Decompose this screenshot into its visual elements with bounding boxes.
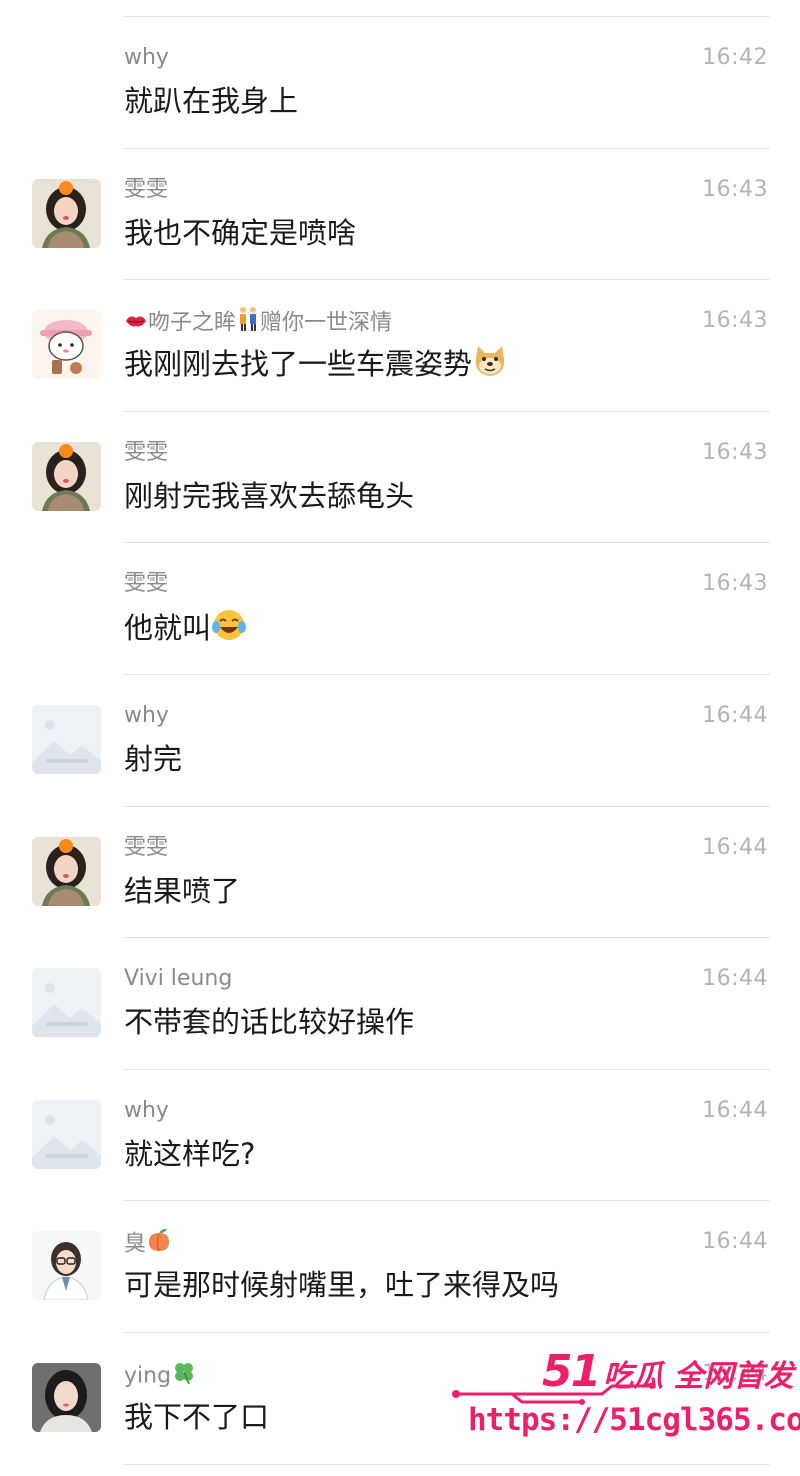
message-text: 可是那时候射嘴里，吐了来得及吗 <box>124 1268 560 1303</box>
message-time: 16:43 <box>702 439 768 465</box>
doge-icon <box>472 344 508 388</box>
chat-history-page: why 16:42 就趴在我身上 雯雯 16:43 我也不确定是喷啥 吻子之眸 … <box>0 0 800 1476</box>
avatar[interactable] <box>32 1231 101 1301</box>
divider <box>124 1463 770 1465</box>
avatar[interactable] <box>32 178 101 248</box>
avatar[interactable] <box>32 1099 101 1169</box>
site-watermark: 51 吃瓜 全网首发 https://51cgl365.com <box>452 1340 800 1450</box>
message-text: 我下不了口 <box>124 1399 270 1434</box>
message-item[interactable]: 雯雯 16:43 他就叫 <box>0 543 800 675</box>
sender-name: 雯雯 <box>124 176 169 202</box>
avatar[interactable] <box>32 836 101 906</box>
message-text: 结果喷了 <box>124 873 241 908</box>
message-time: 16:44 <box>702 1229 768 1255</box>
message-time: 16:44 <box>702 1097 768 1123</box>
message-item[interactable]: why 16:44 就这样吃? <box>0 1070 800 1202</box>
kiss-lips-icon <box>124 309 148 339</box>
message-text: 就趴在我身上 <box>124 84 299 118</box>
message-item[interactable]: Vivi leung 16:44 不带套的话比较好操作 <box>0 938 800 1070</box>
message-time: 16:43 <box>702 176 768 202</box>
avatar[interactable] <box>32 310 101 380</box>
message-text: 射完 <box>124 741 183 776</box>
avatar[interactable] <box>32 704 101 774</box>
message-time: 16:42 <box>702 45 768 70</box>
message-item[interactable]: 雯雯 16:43 刚射完我喜欢去舔龟头 <box>0 412 800 544</box>
message-text: 不带套的话比较好操作 <box>124 1005 415 1040</box>
avatar[interactable] <box>32 968 101 1038</box>
sender-name: 雯雯 <box>124 439 169 465</box>
message-text: 我也不确定是喷啥 <box>124 215 357 250</box>
peach-icon <box>146 1227 172 1262</box>
message-time: 16:44 <box>702 966 768 992</box>
message-time: 16:44 <box>702 834 768 860</box>
message-item[interactable]: 吻子之眸 赠你一世深情 16:43 我刚刚去找了一些车震姿势 <box>0 280 800 412</box>
sender-name: why <box>124 45 169 70</box>
message-text: 我刚刚去找了一些车震姿势 <box>124 344 508 388</box>
couple-icon <box>236 306 260 341</box>
message-item[interactable]: why 16:42 就趴在我身上 <box>0 17 800 149</box>
laughing-crying-icon <box>211 607 247 653</box>
message-text: 他就叫 <box>124 607 247 653</box>
sender-name: 雯雯 <box>124 571 169 597</box>
message-item[interactable]: 雯雯 16:43 我也不确定是喷啥 <box>0 149 800 281</box>
sender-name: why <box>124 1097 169 1123</box>
sender-name: why <box>124 702 169 728</box>
sender-name: Vivi leung <box>124 966 233 992</box>
message-time: 16:43 <box>702 571 768 597</box>
clover-icon <box>171 1359 197 1394</box>
message-text: 刚射完我喜欢去舔龟头 <box>124 478 415 513</box>
chat-message-list: why 16:42 就趴在我身上 雯雯 16:43 我也不确定是喷啥 吻子之眸 … <box>0 17 800 1465</box>
message-item[interactable]: 臭 16:44 可是那时候射嘴里，吐了来得及吗 <box>0 1201 800 1333</box>
message-time: 16:44 <box>702 702 768 728</box>
sender-name: 雯雯 <box>124 834 169 860</box>
message-text: 就这样吃? <box>124 1136 256 1171</box>
watermark-url: https://51cgl365.com <box>468 1402 800 1438</box>
message-item[interactable]: why 16:44 射完 <box>0 675 800 807</box>
sender-name: ying <box>124 1359 197 1394</box>
message-time: 16:43 <box>702 308 768 334</box>
sender-name: 臭 <box>124 1227 172 1262</box>
avatar[interactable] <box>32 1362 101 1432</box>
message-item[interactable]: 雯雯 16:44 结果喷了 <box>0 807 800 939</box>
avatar[interactable] <box>32 441 101 511</box>
sender-name: 吻子之眸 赠你一世深情 <box>124 306 392 341</box>
